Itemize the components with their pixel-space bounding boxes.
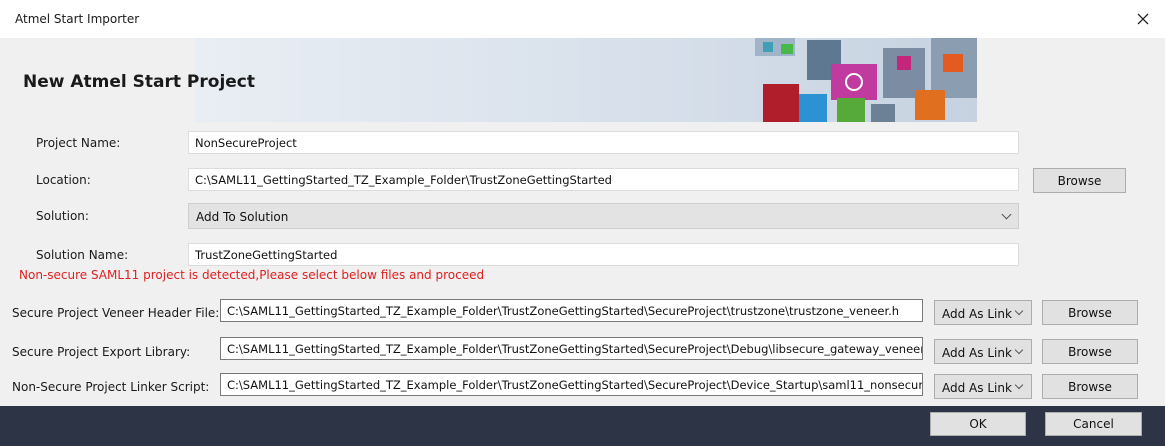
linker-script-browse-button[interactable]: Browse (1042, 374, 1138, 399)
chevron-down-icon (1014, 380, 1024, 390)
linker-script-mode-value: Add As Link (942, 381, 1012, 395)
window-title: Atmel Start Importer (15, 12, 140, 26)
chevron-down-icon (1014, 306, 1024, 316)
veneer-header-input[interactable]: C:\SAML11_GettingStarted_TZ_Example_Fold… (220, 299, 923, 322)
veneer-header-browse-button[interactable]: Browse (1042, 300, 1138, 325)
cancel-button[interactable]: Cancel (1045, 412, 1142, 436)
solution-select[interactable]: Add To Solution (188, 203, 1019, 229)
export-library-browse-button[interactable]: Browse (1042, 339, 1138, 364)
solution-label: Solution: (36, 209, 89, 223)
close-icon[interactable] (1130, 6, 1156, 32)
project-name-label: Project Name: (36, 136, 121, 150)
linker-script-label: Non-Secure Project Linker Script: (12, 380, 210, 394)
veneer-header-mode-value: Add As Link (942, 307, 1012, 321)
ok-button[interactable]: OK (930, 412, 1026, 436)
page-title: New Atmel Start Project (23, 72, 256, 92)
chevron-down-icon (1014, 345, 1024, 355)
linker-script-input[interactable]: C:\SAML11_GettingStarted_TZ_Example_Fold… (220, 373, 923, 396)
veneer-header-mode-select[interactable]: Add As Link (934, 300, 1032, 325)
solution-name-input[interactable]: TrustZoneGettingStarted (188, 243, 1019, 266)
location-label: Location: (36, 173, 91, 187)
export-library-mode-value: Add As Link (942, 346, 1012, 360)
warning-message: Non-secure SAML11 project is detected,Pl… (19, 268, 485, 282)
export-library-input[interactable]: C:\SAML11_GettingStarted_TZ_Example_Fold… (220, 337, 923, 360)
chevron-down-icon (1001, 209, 1012, 220)
project-name-input[interactable]: NonSecureProject (188, 131, 1019, 154)
solution-select-value: Add To Solution (196, 210, 289, 224)
export-library-label: Secure Project Export Library: (12, 345, 191, 359)
location-browse-button[interactable]: Browse (1033, 168, 1126, 193)
solution-name-label: Solution Name: (36, 248, 129, 262)
veneer-header-label: Secure Project Veneer Header File: (12, 306, 220, 320)
linker-script-mode-select[interactable]: Add As Link (934, 374, 1032, 399)
decorative-cubes-banner (195, 38, 977, 122)
title-bar: Atmel Start Importer (0, 0, 1165, 39)
export-library-mode-select[interactable]: Add As Link (934, 339, 1032, 364)
location-input[interactable]: C:\SAML11_GettingStarted_TZ_Example_Fold… (188, 168, 1019, 191)
